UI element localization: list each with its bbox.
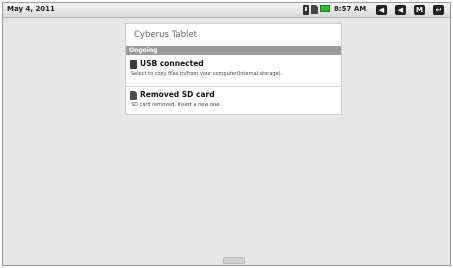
sd-card-icon	[311, 5, 318, 14]
notification-panel: Cyberus Tablet Ongoing USB connected Sel…	[125, 23, 342, 115]
back-button[interactable]: ↩	[433, 5, 444, 15]
tablet-screen: May 4, 2011 8:57 AM ◀ ◀ M ↩ Cyberus Tabl…	[2, 2, 451, 266]
battery-icon	[320, 5, 330, 12]
notification-title: USB connected	[140, 59, 204, 68]
sd-card-icon	[130, 91, 137, 100]
notification-title: Removed SD card	[140, 90, 215, 99]
usb-icon	[130, 60, 137, 69]
status-bar[interactable]: May 4, 2011 8:57 AM ◀ ◀ M ↩	[3, 3, 450, 18]
section-header-ongoing: Ongoing	[126, 46, 341, 55]
usb-icon	[303, 5, 309, 15]
status-time: 8:57 AM	[334, 5, 367, 13]
status-tray[interactable]: 8:57 AM	[303, 5, 383, 15]
panel-title: Cyberus Tablet	[134, 30, 197, 40]
drawer-handle[interactable]	[223, 257, 245, 264]
notification-description: Select to copy files to/from your comput…	[131, 71, 283, 77]
volume-down-button[interactable]: ◀	[376, 5, 387, 15]
notification-removed-sd-card[interactable]: Removed SD card SD card removed. Insert …	[126, 86, 341, 112]
menu-button[interactable]: M	[414, 5, 425, 15]
notification-description: SD card removed. Insert a new one.	[131, 102, 221, 108]
status-date: May 4, 2011	[7, 5, 55, 13]
volume-up-button[interactable]: ◀	[395, 5, 406, 15]
notification-usb-connected[interactable]: USB connected Select to copy files to/fr…	[126, 56, 341, 81]
